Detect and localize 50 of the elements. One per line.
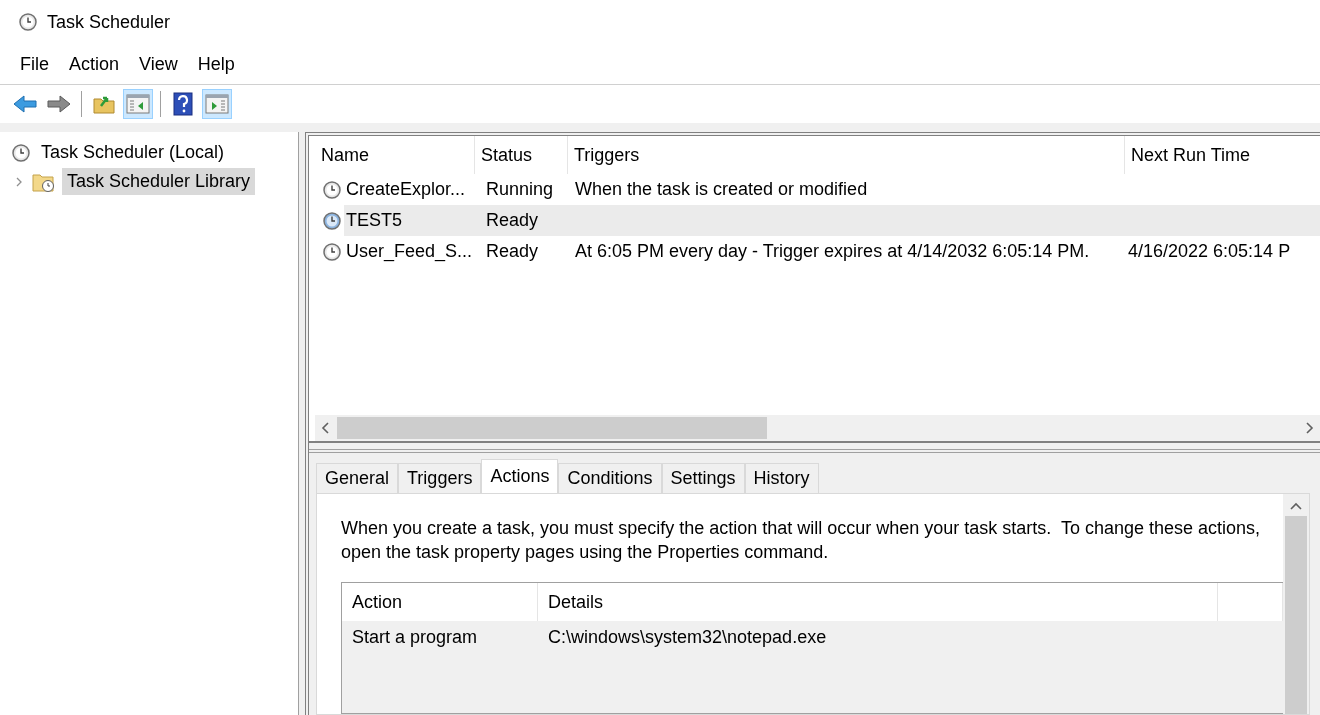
table-cell-text: CreateExplor... xyxy=(345,179,467,200)
pane-icon xyxy=(126,94,150,114)
tab[interactable]: Conditions xyxy=(558,463,662,493)
table-cell-text: Start a program xyxy=(351,625,479,649)
table-cell-text: Ready xyxy=(485,241,540,262)
horizontal-scrollbar[interactable] xyxy=(315,415,1320,441)
window-title: Task Scheduler xyxy=(47,11,171,33)
tree-item[interactable]: Task Scheduler (Local) xyxy=(36,139,230,166)
table-cell-text: Running xyxy=(485,179,555,200)
table-cell-text: Ready xyxy=(485,210,540,231)
column-header[interactable]: Action xyxy=(342,583,538,621)
tab[interactable]: Actions xyxy=(481,459,559,493)
description-text: When you create a task, you must specify the action that will occur when your task starts. To change these actions, open the task property pages using the Properties command. xyxy=(341,517,1262,564)
table-cell-text: TEST5 xyxy=(345,210,403,231)
scroll-right-icon[interactable] xyxy=(1304,422,1314,434)
scroll-left-icon[interactable] xyxy=(321,422,331,434)
menu-item[interactable]: Action xyxy=(59,53,130,75)
help-icon xyxy=(173,92,193,116)
column-header[interactable]: Next Run Time xyxy=(1125,136,1320,174)
task-clock-icon xyxy=(323,211,341,230)
column-header[interactable]: Name xyxy=(315,136,475,174)
clock-icon xyxy=(12,143,30,162)
app-clock-icon xyxy=(19,13,37,31)
column-header[interactable]: Details xyxy=(538,583,1218,621)
task-clock-icon xyxy=(323,242,341,261)
tab[interactable]: Triggers xyxy=(398,463,482,493)
menu-item[interactable]: View xyxy=(129,53,188,75)
table-cell-text: At 6:05 PM every day - Trigger expires at 4/14/2032 6:05:14 PM. xyxy=(574,241,1091,262)
tab[interactable]: Settings xyxy=(661,463,745,493)
pane-icon xyxy=(205,94,229,114)
forward-arrow-icon xyxy=(47,95,71,113)
menu-item[interactable]: Help xyxy=(187,53,245,75)
column-header[interactable]: Status xyxy=(475,136,568,174)
column-header[interactable]: Triggers xyxy=(568,136,1125,174)
tab[interactable]: General xyxy=(316,463,399,493)
table-cell-text: When the task is created or modified xyxy=(574,179,869,200)
task-row[interactable]: TEST5 Ready xyxy=(344,205,1320,236)
table-cell-text: User_Feed_S... xyxy=(345,241,474,262)
menu-item[interactable]: File xyxy=(10,53,59,75)
task-row[interactable]: CreateExplor... Running When the task is created or modified xyxy=(344,174,1320,205)
tab[interactable]: History xyxy=(744,463,819,493)
back-arrow-icon xyxy=(13,95,37,113)
table-cell-text: 4/16/2022 6:05:14 P xyxy=(1127,241,1292,262)
vertical-scrollbar[interactable] xyxy=(1283,494,1309,714)
table-cell-text: C:\windows\system32\notepad.exe xyxy=(547,625,828,649)
task-row[interactable]: User_Feed_S... Ready At 6:05 PM every day - Trigger expires at 4/14/2032 6:05:14 PM. 4/16/2022 6:05:14 P xyxy=(344,236,1320,267)
scroll-up-icon[interactable] xyxy=(1290,502,1302,512)
task-clock-icon xyxy=(323,180,341,199)
folder-icon xyxy=(93,94,115,114)
tree-item[interactable]: Task Scheduler Library xyxy=(62,168,256,195)
